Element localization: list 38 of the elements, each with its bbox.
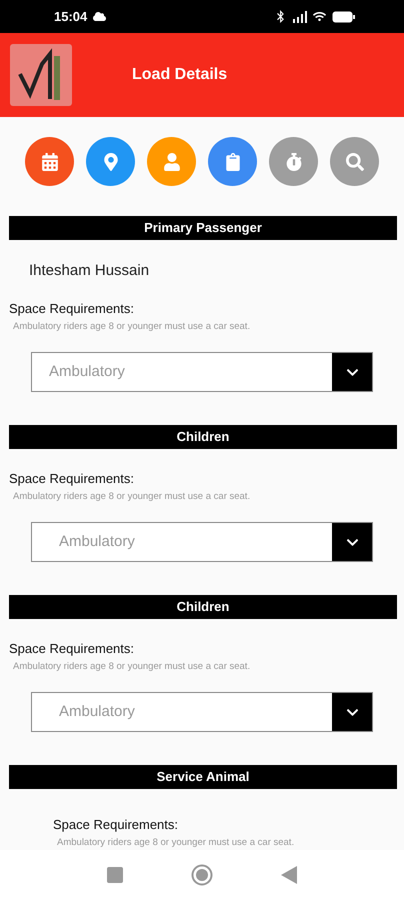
person-icon — [162, 152, 180, 170]
map-pin-icon — [102, 152, 120, 170]
dropdown-field[interactable]: Ambulatory — [31, 352, 373, 392]
passenger-name: Ihtesham Hussain — [29, 262, 150, 279]
signal-icon — [293, 10, 307, 22]
calendar-icon — [40, 152, 58, 170]
wifi-icon — [313, 10, 326, 23]
section-header: Children — [9, 595, 397, 619]
app-logo — [10, 44, 72, 106]
stopwatch-button[interactable] — [269, 137, 318, 186]
search-icon — [346, 152, 364, 170]
cloud-icon — [93, 10, 106, 23]
hint-text: Ambulatory riders age 8 or younger must use a car seat. — [13, 321, 252, 332]
section-header: Primary Passenger — [9, 216, 397, 240]
person-button[interactable] — [147, 137, 196, 186]
home-icon[interactable] — [191, 864, 213, 886]
dropdown-field[interactable]: Ambulatory — [31, 522, 373, 562]
bluetooth-icon — [274, 10, 287, 23]
calendar-button[interactable] — [25, 137, 74, 186]
clipboard-button[interactable] — [208, 137, 257, 186]
back-icon[interactable] — [281, 866, 297, 884]
screen-title: Load Details — [132, 66, 228, 84]
section-header: Children — [9, 425, 397, 449]
stopwatch-icon — [284, 152, 302, 170]
hint-text: Ambulatory riders age 8 or younger must use a car seat. — [57, 837, 296, 848]
status-time: 15:04 — [54, 9, 88, 24]
field-label: Space Requirements: — [9, 641, 136, 656]
field-label: Space Requirements: — [9, 471, 136, 486]
search-button[interactable] — [330, 137, 379, 186]
field-label: Space Requirements: — [53, 817, 180, 832]
map-pin-button[interactable] — [86, 137, 135, 186]
field-label: Space Requirements: — [9, 301, 136, 316]
clipboard-icon — [224, 152, 242, 170]
hint-text: Ambulatory riders age 8 or younger must use a car seat. — [13, 661, 252, 672]
hint-text: Ambulatory riders age 8 or younger must use a car seat. — [13, 491, 252, 502]
dropdown-field[interactable]: Ambulatory — [31, 692, 373, 732]
battery-icon — [332, 10, 356, 22]
section-header: Service Animal — [9, 765, 397, 789]
